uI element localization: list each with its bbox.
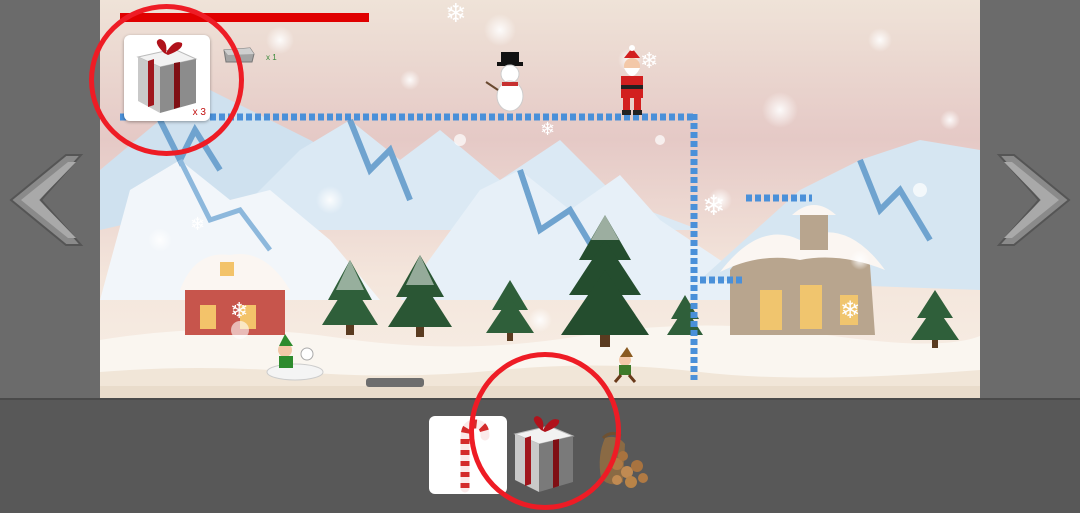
health-bar: [120, 13, 369, 22]
toolbar-item-nuts[interactable]: [587, 416, 665, 494]
svg-text:❄: ❄: [540, 119, 555, 140]
chevron-right-icon[interactable]: [994, 150, 1074, 250]
item-count: x 3: [192, 107, 206, 118]
toolbar-item-candy-cane[interactable]: [429, 416, 507, 494]
nut-sack-icon: [599, 431, 648, 488]
stone-block-icon: [223, 47, 255, 63]
secondary-item-count: x 1: [266, 53, 277, 62]
svg-text:❄: ❄: [445, 0, 467, 29]
gift-box-icon: [513, 416, 575, 492]
candy-cane-icon: [460, 419, 490, 493]
item-toolbar: [0, 352, 1080, 513]
toolbar-item-gift[interactable]: [507, 416, 585, 494]
svg-text:❄: ❄: [190, 214, 205, 235]
svg-text:❄: ❄: [640, 49, 658, 74]
chevron-left-icon[interactable]: [6, 150, 86, 250]
svg-text:❄: ❄: [702, 189, 725, 222]
svg-text:❄: ❄: [840, 296, 860, 324]
svg-text:❄: ❄: [230, 299, 248, 324]
game-frame: ❄ ❄ ❄ ❄ ❄ ❄ ❄ x 3 x 1: [0, 0, 1080, 398]
selected-item-card: x 3: [124, 35, 210, 121]
